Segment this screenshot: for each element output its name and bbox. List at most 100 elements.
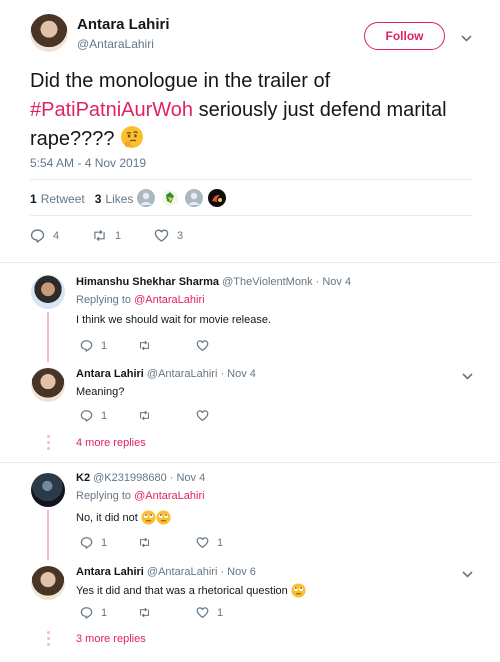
reply-tweet[interactable]: Himanshu Shekhar Sharma @TheViolentMonk … <box>0 262 500 360</box>
reply-meta[interactable]: @AntaraLahiri · Nov 6 <box>147 566 256 578</box>
replying-to: Replying to @AntaraLahiri <box>76 294 205 306</box>
tweet-text: Did the monologue in the trailer of #Pat… <box>30 67 470 158</box>
reply-avatar[interactable] <box>31 368 65 402</box>
reply-tweet[interactable]: Antara Lahiri @AntaraLahiri · Nov 6 Yes … <box>0 558 500 662</box>
retweet-icon <box>139 410 150 421</box>
reply-count: 1 <box>101 536 108 549</box>
reply-action[interactable]: 1 <box>80 339 138 352</box>
tweet-text-part: Did the monologue in the trailer of <box>30 70 331 92</box>
retweet-action[interactable] <box>138 339 196 352</box>
author-name[interactable]: Antara Lahiri <box>77 16 170 33</box>
liker-avatar[interactable] <box>185 189 203 207</box>
reply-count: 1 <box>101 606 108 619</box>
retweet-icon <box>139 340 150 351</box>
heart-icon <box>196 410 209 421</box>
thread-dots <box>46 435 50 453</box>
thinking-face-emoji <box>120 125 144 158</box>
reply-text-content: Yes it did and that was a rhetorical que… <box>76 585 288 597</box>
like-action-count: 3 <box>177 229 184 242</box>
divider <box>30 179 472 180</box>
reply-actions: 1 1 <box>80 606 254 619</box>
reply-text: Meaning? <box>76 386 125 398</box>
author-avatar[interactable] <box>30 14 68 52</box>
reply-action[interactable]: 1 <box>80 606 138 619</box>
liker-avatar[interactable] <box>208 189 226 207</box>
face-with-rolling-eyes-emoji <box>141 510 156 528</box>
reply-actions: 1 1 <box>80 536 254 549</box>
retweet-icon <box>94 230 105 241</box>
reply-tweet[interactable]: Antara Lahiri @AntaraLahiri · Nov 4 Mean… <box>0 360 500 460</box>
replying-to: Replying to @AntaraLahiri <box>76 490 205 502</box>
chevron-down-icon[interactable] <box>461 370 473 382</box>
heart-icon <box>196 537 209 548</box>
reply-action[interactable]: 1 <box>80 536 138 549</box>
reply-icon <box>30 229 45 243</box>
retweet-action[interactable] <box>138 606 196 619</box>
reply-actions: 1 <box>80 339 254 352</box>
reply-meta[interactable]: @AntaraLahiri · Nov 4 <box>147 368 256 380</box>
tweet-timestamp[interactable]: 5:54 AM - 4 Nov 2019 <box>30 156 146 170</box>
heart-icon <box>196 340 209 351</box>
heart-icon <box>154 229 169 242</box>
reply-header: Antara Lahiri @AntaraLahiri · Nov 4 <box>76 368 256 380</box>
reply-text: No, it did not <box>76 510 171 528</box>
reply-icon <box>80 410 93 422</box>
like-label[interactable]: Likes <box>105 192 133 206</box>
reply-actions: 1 <box>80 409 254 422</box>
face-with-rolling-eyes-emoji <box>291 583 306 601</box>
retweet-icon <box>139 607 150 618</box>
reply-author-name[interactable]: Antara Lahiri <box>76 368 144 380</box>
reply-avatar[interactable] <box>31 275 65 309</box>
retweet-label[interactable]: Retweet <box>41 192 85 206</box>
replying-to-prefix: Replying to <box>76 490 135 502</box>
like-action[interactable] <box>196 339 254 352</box>
reply-meta[interactable]: @TheViolentMonk · Nov 4 <box>222 276 351 288</box>
more-replies-link[interactable]: 4 more replies <box>76 437 146 449</box>
reply-tweet[interactable]: K2 @K231998680 · Nov 4 Replying to @Anta… <box>0 462 500 558</box>
retweet-action[interactable] <box>138 536 196 549</box>
chevron-down-icon[interactable] <box>461 568 473 580</box>
retweet-action[interactable]: 1 <box>92 228 154 243</box>
like-count[interactable]: 3 <box>95 192 102 206</box>
reply-action[interactable]: 4 <box>30 228 92 243</box>
retweet-icon <box>139 537 150 548</box>
reply-header: Antara Lahiri @AntaraLahiri · Nov 6 <box>76 566 256 578</box>
retweet-action[interactable] <box>138 409 196 422</box>
retweet-count[interactable]: 1 <box>30 192 37 206</box>
replying-to-link[interactable]: @AntaraLahiri <box>134 490 204 502</box>
follow-button[interactable]: Follow <box>364 22 445 50</box>
like-count: 1 <box>217 606 224 619</box>
like-action[interactable]: 1 <box>196 536 254 549</box>
reply-icon <box>80 340 93 352</box>
reply-avatar[interactable] <box>31 566 65 600</box>
reply-meta[interactable]: @K231998680 · Nov 4 <box>93 472 205 484</box>
thread-dots <box>46 631 50 649</box>
reply-author-name[interactable]: K2 <box>76 472 90 484</box>
reply-icon <box>80 607 93 619</box>
like-action[interactable]: 3 <box>154 228 216 243</box>
liker-avatar[interactable] <box>161 189 179 207</box>
reply-count: 4 <box>53 229 60 242</box>
like-action[interactable] <box>196 409 254 422</box>
reply-text-content: No, it did not <box>76 512 138 524</box>
chevron-down-icon[interactable] <box>460 32 472 44</box>
hashtag-link[interactable]: #PatiPatniAurWoh <box>30 99 193 121</box>
reply-action[interactable]: 1 <box>80 409 138 422</box>
reply-avatar[interactable] <box>31 473 65 507</box>
reply-text: I think we should wait for movie release… <box>76 314 272 326</box>
replying-to-link[interactable]: @AntaraLahiri <box>134 294 204 306</box>
more-replies-link[interactable]: 3 more replies <box>76 633 146 645</box>
reply-count: 1 <box>101 339 108 352</box>
divider <box>30 215 472 216</box>
reply-header: Himanshu Shekhar Sharma @TheViolentMonk … <box>76 276 351 288</box>
reply-text: Yes it did and that was a rhetorical que… <box>76 583 306 601</box>
reply-author-name[interactable]: Antara Lahiri <box>76 566 144 578</box>
tweet-actions: 4 1 3 <box>30 228 216 243</box>
like-count: 1 <box>217 536 224 549</box>
liker-avatar[interactable] <box>137 189 155 207</box>
engagement-stats: 1 Retweet 3 Likes <box>30 192 133 206</box>
like-action[interactable]: 1 <box>196 606 254 619</box>
author-handle[interactable]: @AntaraLahiri <box>77 37 154 51</box>
reply-author-name[interactable]: Himanshu Shekhar Sharma <box>76 276 219 288</box>
retweet-action-count: 1 <box>115 229 122 242</box>
